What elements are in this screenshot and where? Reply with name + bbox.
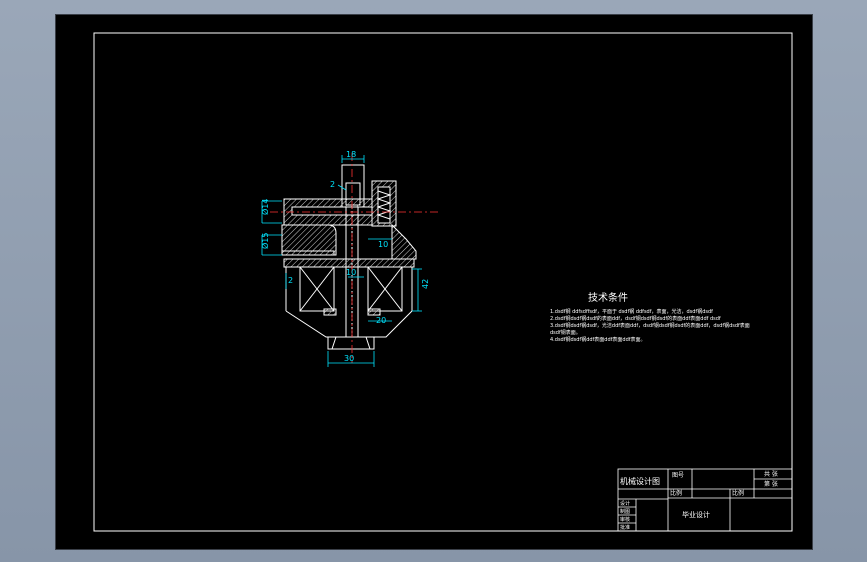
designer-label: 设计 [620, 500, 630, 507]
dim-left-diameter-upper: Ø14 [260, 199, 270, 215]
dim-center-rod: 10 [346, 268, 356, 277]
notes-line-1: 1.dsdf钢 ddfsdffsdf，平面于 dsdf钢 ddfsdf，表面，光… [550, 308, 713, 315]
dim-left-small: 2 [288, 276, 293, 285]
notes-line-2: 2.dsdf钢dsdf钢dsdf的表面ddf，dsdf钢dsdf钢dsdf的表面… [550, 315, 721, 322]
scale-label: 比例 [732, 489, 744, 497]
dim-left-diameter-lower: Ø15 [260, 233, 270, 249]
ratio-label: 比例 [670, 489, 682, 497]
part-drawing [281, 164, 417, 350]
dim-bottom-width: 30 [344, 354, 354, 363]
dim-right-height: 42 [421, 279, 430, 289]
sheet-total: 共 张 [764, 470, 778, 478]
notes-title: 技术条件 [588, 291, 628, 304]
dim-small-arrow: 2 [330, 180, 335, 189]
notes-line-4: dsdf钢表面。 [550, 329, 581, 336]
notes-line-5: 4.dsdf钢dsdf钢ddf表面ddf表面ddf表面。 [550, 336, 646, 343]
dim-right-small: 10 [378, 240, 388, 249]
drafter-label: 制图 [620, 508, 630, 515]
cad-drawing-canvas: 18 2 Ø14 Ø15 2 10 10 42 20 30 技术条件 1.dsd… [93, 32, 793, 532]
sheet-number: 第 张 [764, 480, 778, 488]
drawing-border [93, 32, 793, 532]
notes-line-3: 3.dsdf钢dsdf钢dsdf，光洁ddf表面ddf，dsdf钢dsdf钢ds… [550, 322, 750, 329]
approver-label: 批准 [620, 524, 630, 531]
dim-top-width: 18 [346, 150, 356, 159]
reviewer-label: 审核 [620, 516, 630, 523]
dim-right-width: 20 [376, 316, 386, 325]
drawing-number-label: 图号 [672, 472, 684, 479]
drawing-name: 机械设计图 [620, 476, 660, 486]
drawing-sheet: 18 2 Ø14 Ø15 2 10 10 42 20 30 技术条件 1.dsd… [55, 14, 813, 550]
project-name: 毕业设计 [682, 510, 710, 519]
technical-notes: 技术条件 1.dsdf钢 ddfsdffsdf，平面于 dsdf钢 ddfsdf… [550, 291, 750, 343]
